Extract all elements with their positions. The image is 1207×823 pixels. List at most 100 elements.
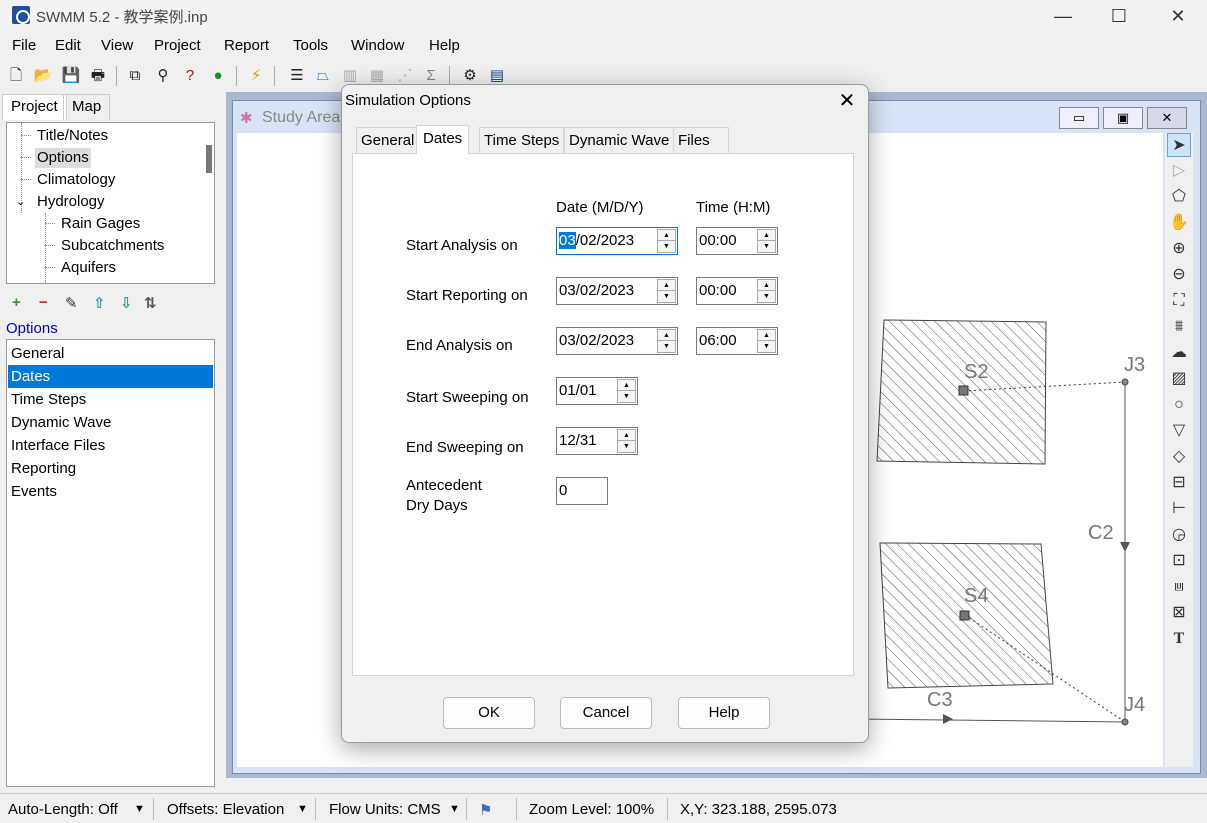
antecedent-dry-days-input[interactable]: 0 bbox=[556, 477, 608, 505]
add-pump-icon[interactable]: ◶ bbox=[1167, 523, 1191, 547]
dialog-close-button[interactable]: ✕ bbox=[832, 87, 862, 115]
list-item[interactable]: Events bbox=[8, 480, 213, 503]
minimize-button[interactable]: — bbox=[1040, 2, 1086, 30]
add-rain-cloud-icon[interactable]: ☁ bbox=[1167, 341, 1191, 365]
menu-file[interactable]: File bbox=[12, 37, 36, 54]
add-outfall-icon[interactable]: ▽ bbox=[1167, 419, 1191, 443]
start-reporting-time-spinner[interactable]: ▲ ▼ bbox=[757, 279, 776, 303]
start-analysis-time-spinner[interactable]: ▲ ▼ bbox=[757, 229, 776, 253]
add-junction-icon[interactable]: ○ bbox=[1167, 393, 1191, 417]
list-item[interactable]: Reporting bbox=[8, 457, 213, 480]
add-weir-icon[interactable]: ⩏ bbox=[1167, 575, 1191, 599]
arrange-windows-icon[interactable]: ▤ bbox=[487, 66, 507, 86]
move-up-icon[interactable]: ⇧ bbox=[93, 294, 106, 312]
tree-item-subcatchments[interactable]: Subcatchments bbox=[61, 236, 164, 256]
end-analysis-time-field[interactable]: 06:00 ▲ ▼ bbox=[696, 327, 778, 355]
delete-icon[interactable]: − bbox=[39, 294, 48, 311]
list-item[interactable]: General bbox=[8, 342, 213, 365]
run-simulation-icon[interactable]: ⚡ bbox=[246, 66, 266, 86]
start-reporting-date-field[interactable]: 03/02/2023 ▲ ▼ bbox=[556, 277, 678, 305]
end-sweeping-date-field[interactable]: 12/31 ▲ ▼ bbox=[556, 427, 638, 455]
cancel-button[interactable]: Cancel bbox=[560, 697, 652, 729]
select-vertex-icon[interactable]: ▷ bbox=[1167, 159, 1191, 183]
print-icon[interactable]: 🖶 bbox=[88, 66, 108, 86]
profile-plot-icon[interactable]: ⏢ bbox=[313, 66, 333, 86]
menu-help[interactable]: Help bbox=[429, 37, 460, 54]
spin-down-icon[interactable]: ▼ bbox=[618, 441, 635, 452]
query-icon[interactable]: ? bbox=[180, 66, 200, 86]
ok-button[interactable]: OK bbox=[443, 697, 535, 729]
add-storage-icon[interactable]: ⊟ bbox=[1167, 471, 1191, 495]
tab-files[interactable]: Files bbox=[673, 127, 729, 153]
add-subcatchment-icon[interactable]: ▨ bbox=[1167, 367, 1191, 391]
spin-up-icon[interactable]: ▲ bbox=[658, 330, 675, 341]
tree-scrollbar[interactable] bbox=[206, 145, 212, 173]
chevron-down-icon[interactable]: ⌄ bbox=[16, 192, 25, 212]
menu-view[interactable]: View bbox=[101, 37, 133, 54]
options-icon[interactable]: ⚙ bbox=[460, 66, 480, 86]
add-rain-gage-icon[interactable]: ⩩ bbox=[1167, 315, 1191, 339]
sort-icon[interactable]: ⇅ bbox=[144, 294, 157, 312]
spin-down-icon[interactable]: ▼ bbox=[658, 341, 675, 352]
tab-time-steps[interactable]: Time Steps bbox=[479, 127, 565, 153]
auto-length-dropdown-icon[interactable]: ▼ bbox=[134, 803, 145, 815]
map-close-button[interactable]: ✕ bbox=[1147, 107, 1187, 129]
spin-up-icon[interactable]: ▲ bbox=[618, 380, 635, 391]
end-sweeping-spinner[interactable]: ▲ ▼ bbox=[617, 429, 636, 453]
list-item[interactable]: Interface Files bbox=[8, 434, 213, 457]
add-icon[interactable]: + bbox=[12, 294, 21, 311]
spin-up-icon[interactable]: ▲ bbox=[618, 430, 635, 441]
tree-item-hydrology[interactable]: Hydrology bbox=[37, 192, 105, 212]
start-analysis-date-spinner[interactable]: ▲ ▼ bbox=[657, 229, 676, 253]
list-item[interactable]: Dynamic Wave bbox=[8, 411, 213, 434]
select-object-icon[interactable]: ➤ bbox=[1167, 133, 1191, 157]
find-icon[interactable]: ⚲ bbox=[153, 66, 173, 86]
tab-dynamic-wave[interactable]: Dynamic Wave bbox=[564, 127, 675, 153]
add-conduit-icon[interactable]: ⊢ bbox=[1167, 497, 1191, 521]
spin-down-icon[interactable]: ▼ bbox=[658, 291, 675, 302]
flow-units-dropdown-icon[interactable]: ▼ bbox=[449, 803, 460, 815]
start-reporting-time-field[interactable]: 00:00 ▲ ▼ bbox=[696, 277, 778, 305]
add-divider-icon[interactable]: ◇ bbox=[1167, 445, 1191, 469]
maximize-button[interactable]: ☐ bbox=[1096, 2, 1142, 30]
add-orifice-icon[interactable]: ⊡ bbox=[1167, 549, 1191, 573]
move-down-icon[interactable]: ⇩ bbox=[120, 294, 133, 312]
start-analysis-date-field[interactable]: 03/02/2023 ▲ ▼ bbox=[556, 227, 678, 255]
start-sweeping-spinner[interactable]: ▲ ▼ bbox=[617, 379, 636, 403]
spin-up-icon[interactable]: ▲ bbox=[658, 230, 675, 241]
menu-window[interactable]: Window bbox=[351, 37, 404, 54]
menu-report[interactable]: Report bbox=[224, 37, 269, 54]
offsets-status[interactable]: Offsets: Elevation bbox=[167, 801, 284, 818]
add-label-icon[interactable]: T bbox=[1167, 627, 1191, 651]
new-file-icon[interactable]: 🗋 bbox=[6, 66, 26, 86]
edit-icon[interactable]: ✎ bbox=[65, 294, 78, 312]
spin-down-icon[interactable]: ▼ bbox=[658, 241, 675, 252]
start-analysis-time-field[interactable]: 00:00 ▲ ▼ bbox=[696, 227, 778, 255]
offsets-dropdown-icon[interactable]: ▼ bbox=[297, 803, 308, 815]
tree-item-rain-gages[interactable]: Rain Gages bbox=[61, 214, 140, 234]
spin-down-icon[interactable]: ▼ bbox=[758, 241, 775, 252]
full-extent-icon[interactable]: ⛶ bbox=[1167, 289, 1191, 313]
zoom-in-icon[interactable]: ⊕ bbox=[1167, 237, 1191, 261]
spin-up-icon[interactable]: ▲ bbox=[758, 280, 775, 291]
open-folder-icon[interactable]: 📂 bbox=[33, 66, 53, 86]
close-window-button[interactable]: ✕ bbox=[1155, 2, 1201, 30]
tab-project[interactable]: Project bbox=[2, 94, 67, 120]
pan-icon[interactable]: ✋ bbox=[1167, 211, 1191, 235]
tree-item-title-notes[interactable]: Title/Notes bbox=[37, 126, 108, 146]
map-maximize-button[interactable]: ▣ bbox=[1103, 107, 1143, 129]
end-analysis-time-spinner[interactable]: ▲ ▼ bbox=[757, 329, 776, 353]
end-analysis-date-spinner[interactable]: ▲ ▼ bbox=[657, 329, 676, 353]
status-report-icon[interactable]: ☰ bbox=[287, 66, 307, 86]
menu-tools[interactable]: Tools bbox=[293, 37, 328, 54]
menu-project[interactable]: Project bbox=[154, 37, 201, 54]
select-region-icon[interactable]: ⬠ bbox=[1167, 185, 1191, 209]
save-icon[interactable]: 💾 bbox=[61, 66, 81, 86]
tab-general[interactable]: General bbox=[356, 127, 420, 153]
start-sweeping-date-field[interactable]: 01/01 ▲ ▼ bbox=[556, 377, 638, 405]
spin-down-icon[interactable]: ▼ bbox=[758, 341, 775, 352]
help-button[interactable]: Help bbox=[678, 697, 770, 729]
list-item-selected[interactable]: Dates bbox=[8, 365, 213, 388]
tab-dates[interactable]: Dates bbox=[416, 125, 470, 154]
tree-item-options[interactable]: Options bbox=[35, 148, 91, 168]
